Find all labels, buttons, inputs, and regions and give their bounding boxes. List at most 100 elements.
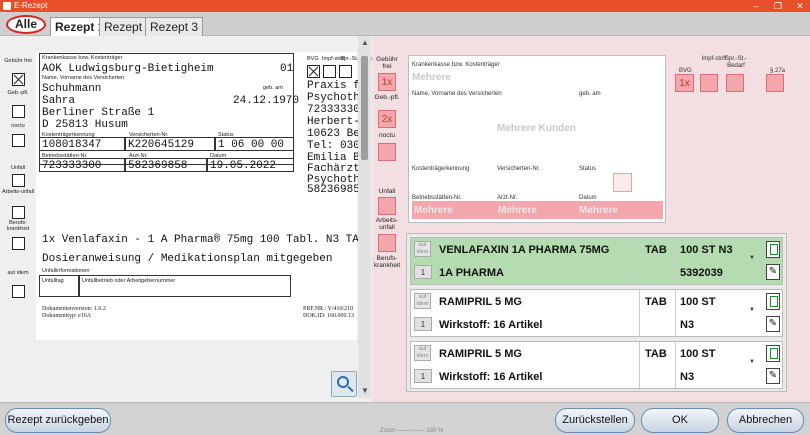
checkbox-berufskrankheit[interactable] (12, 237, 25, 250)
flag-label-geb-pfl: Geb.-pfl. (7, 90, 29, 96)
tab-alle[interactable]: Alle (6, 15, 46, 34)
flag-label-berufskrankheit: Berufs-krankheit (6, 220, 30, 232)
scroll-up-icon[interactable]: ▲ (361, 38, 369, 47)
value-name-last: Schuhmann (42, 83, 102, 95)
maximize-icon[interactable]: ❐ (768, 0, 788, 12)
toggle-impfstoff[interactable] (700, 74, 718, 92)
chevron-down-icon[interactable]: ▼ (748, 255, 756, 265)
checkbox-geb-pfl[interactable] (12, 105, 25, 118)
medication-norm: N3 (680, 371, 695, 383)
app-icon (3, 2, 11, 10)
minimize-icon[interactable]: – (746, 0, 766, 12)
right-label-unfall: Unfall (378, 188, 396, 195)
label-dob: geb. am (263, 85, 283, 91)
toggle-geb-pfl[interactable]: 2x (378, 110, 396, 128)
label-unfalltag: Unfalltag (42, 278, 64, 284)
scroll-down-icon[interactable]: ▼ (361, 386, 369, 395)
checkbox-gebuehr-frei[interactable] (12, 73, 25, 86)
preview-scrollbar[interactable]: ▲ ▼ (358, 36, 371, 398)
ok-button[interactable]: OK (641, 408, 719, 433)
mobile-device-icon[interactable] (766, 293, 780, 310)
quantity-button[interactable]: 1 (414, 369, 432, 383)
title-bar: E-Rezept – ❐ ✕ (0, 0, 810, 12)
medication-row[interactable]: aut idem 1 RAMIPRIL 5 MG Wirkstoff: 16 A… (410, 341, 783, 389)
label-name: Name, Vorname des Versicherten (42, 75, 125, 81)
value-street: Berliner Straße 1 (42, 107, 155, 119)
flag-label-noctu: noctu (11, 123, 25, 129)
close-icon[interactable]: ✕ (790, 0, 810, 12)
right-value-arzt: Mehrere (498, 205, 537, 216)
right-value-bsnr: Mehrere (414, 205, 453, 216)
medication-row[interactable]: aut idem 1 RAMIPRIL 5 MG Wirkstoff: 16 A… (410, 289, 783, 337)
label-bvg: BVG (307, 56, 319, 62)
toggle-spr-st-bedarf[interactable] (726, 74, 744, 92)
value-vnr: K220645129 (128, 139, 195, 151)
scroll-thumb[interactable] (361, 56, 368, 160)
mobile-device-icon[interactable] (766, 345, 780, 362)
chevron-down-icon[interactable]: ▼ (748, 307, 756, 317)
toggle-27a[interactable] (766, 74, 784, 92)
toggle-arbeitsunfall[interactable] (378, 234, 396, 252)
quantity-button[interactable]: 1 (414, 317, 432, 331)
aut-idem-toggle[interactable]: aut idem (414, 345, 431, 361)
toggle-gebuehr-frei[interactable]: 1x (378, 73, 396, 91)
zoom-slider[interactable]: Zoom ——○—— 180 % (380, 428, 443, 434)
medication-form: TAB (645, 296, 667, 308)
checkbox-impfstoff[interactable] (323, 65, 336, 78)
right-value-datum: Mehrere (579, 205, 618, 216)
checkbox-unfall[interactable] (12, 174, 25, 187)
right-label-vnr: Versicherten-Nr. (497, 166, 541, 172)
prescription-flags: Gebühr frei Geb.-pfl. noctu Unfall Arbei… (0, 36, 36, 336)
checkbox-spr-st-bedarf[interactable] (339, 65, 352, 78)
flag-label-gebuehr-frei: Gebühr frei (4, 58, 32, 64)
value-arzt: 582369858 (128, 160, 188, 172)
toggle-unfall[interactable] (378, 197, 396, 215)
quantity-button[interactable]: 1 (414, 265, 432, 279)
medication-name: RAMIPRIL 5 MG (439, 296, 522, 308)
doc-type: Dokumenttyp: e16A (42, 313, 92, 319)
label-kasse: Krankenkasse bzw. Kostenträger (42, 55, 123, 61)
window-title: E-Rezept (14, 1, 48, 10)
cancel-button[interactable]: Abbrechen (727, 408, 804, 433)
label-unfallbetrieb: Unfallbetrieb oder Arbeitgebernummer (82, 278, 176, 284)
zoom-button[interactable] (331, 371, 357, 397)
edit-pencil-icon[interactable]: ✎ (766, 316, 780, 332)
edit-pencil-icon[interactable]: ✎ (766, 368, 780, 384)
label-spr-st-bedarf-right: Spr.-St.-Bedarf (724, 56, 747, 69)
checkbox-arbeitsunfall[interactable] (12, 206, 25, 219)
right-label-gebuehr-frei: Gebühr frei (376, 56, 398, 70)
value-datum: 19.05.2022 (210, 160, 277, 172)
right-label-ktk: Kostenträgerkennung (412, 166, 470, 172)
toggle-bvg[interactable]: 1x (675, 74, 694, 92)
value-kasse-nr: 01 (280, 63, 294, 75)
value-ktk: 108018347 (42, 139, 102, 151)
dok-id: DOK.ID: 160.000.13 (303, 313, 354, 319)
aut-idem-toggle[interactable]: aut idem (414, 241, 431, 257)
medication-package: 100 ST N3 (680, 244, 733, 256)
value-status: 1 06 00 00 (218, 139, 285, 151)
prescription-preview-pane: Gebühr frei Geb.-pfl. noctu Unfall Arbei… (0, 36, 398, 402)
medication-name: VENLAFAXIN 1A PHARMA 75MG (439, 244, 610, 256)
prescription-dosage: Dosieranweisung / Medikationsplan mitgeg… (42, 253, 333, 265)
value-kasse: AOK Ludwigsburg-Bietigheim (42, 63, 214, 75)
right-value-kasse: Mehrere (412, 72, 451, 83)
aut-idem-toggle[interactable]: aut idem (414, 293, 431, 309)
right-label-arbeitsunfall: Arbeits-unfall (375, 217, 399, 231)
checkbox-noctu[interactable] (12, 134, 25, 147)
edit-pencil-icon[interactable]: ✎ (766, 264, 780, 280)
transfer-icon[interactable] (613, 173, 632, 192)
return-prescription-button[interactable]: Rezept zurückgeben (5, 408, 111, 433)
mobile-device-icon[interactable] (766, 241, 780, 258)
medication-manufacturer: 1A PHARMA (439, 267, 504, 279)
medication-form: TAB (645, 348, 667, 360)
medication-row[interactable]: aut idem 1 VENLAFAXIN 1A PHARMA 75MG 1A … (410, 237, 783, 285)
tab-rezept-3[interactable]: Rezept 3 (145, 17, 204, 36)
medication-list: aut idem 1 VENLAFAXIN 1A PHARMA 75MG 1A … (406, 233, 787, 392)
toggle-noctu[interactable] (378, 143, 396, 161)
checkbox-bvg[interactable] (307, 65, 320, 78)
medication-substance: Wirkstoff: 16 Artikel (439, 319, 543, 331)
reset-button[interactable]: Zurückstellen (555, 408, 635, 433)
checkbox-aut-idem[interactable] (12, 285, 25, 298)
right-label-geb-pfl: Geb.-pfl. (374, 94, 400, 101)
chevron-down-icon[interactable]: ▼ (748, 359, 756, 369)
